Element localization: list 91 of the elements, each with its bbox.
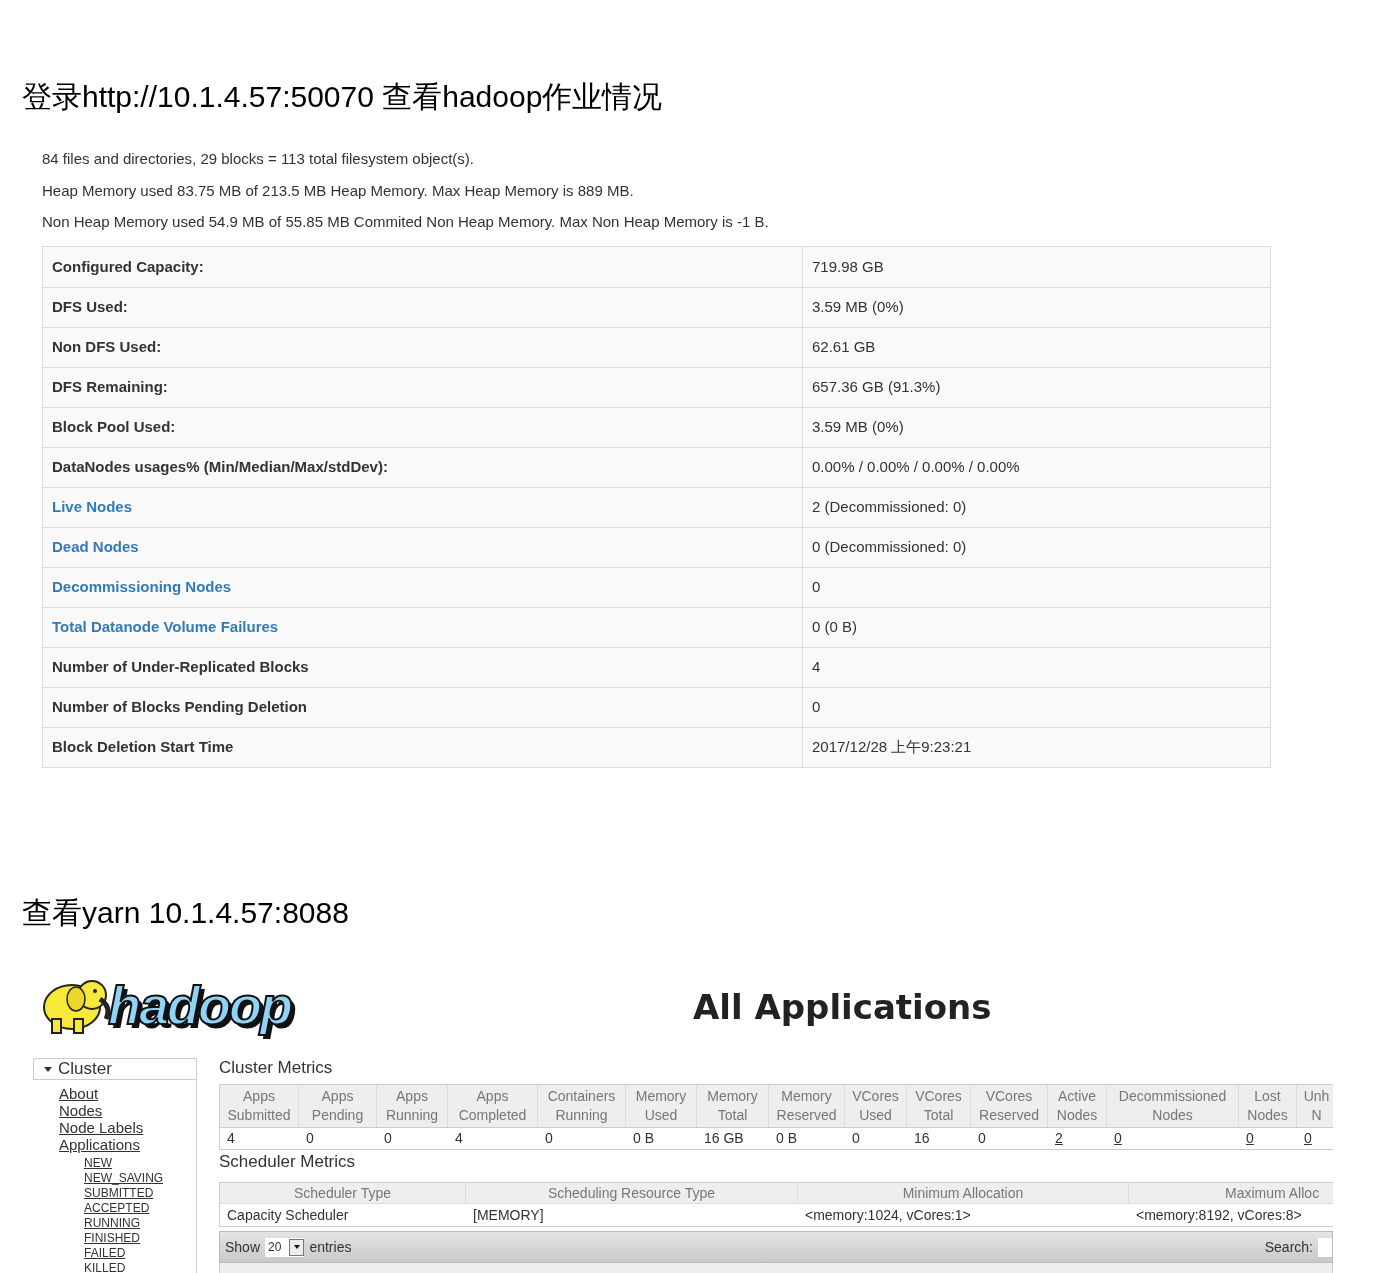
count-link[interactable]: 2: [1055, 1130, 1063, 1146]
nav-link[interactable]: NEW_SAVING: [84, 1171, 164, 1186]
page-heading: 登录http://10.1.4.57:50070 查看hadoop作业情况: [22, 79, 663, 115]
row-value: 0: [812, 698, 821, 716]
summary-text: Heap Memory used 83.75 MB of 213.5 MB Heap Memory. Max Heap Memory is 889 MB.: [42, 180, 635, 201]
column-header: Lost Nodes: [1239, 1085, 1297, 1127]
nav-link[interactable]: Node Labels: [59, 1119, 144, 1136]
page-heading: 查看yarn 10.1.4.57:8088: [22, 895, 349, 931]
nav-link[interactable]: SUBMITTED: [84, 1186, 154, 1201]
row-value: 3.59 MB (0%): [812, 298, 904, 316]
row-label: DFS Used:: [52, 297, 128, 318]
row-label: Number of Under-Replicated Blocks: [52, 657, 309, 678]
nav-link[interactable]: ACCEPTED: [84, 1201, 150, 1216]
row-label: Block Pool Used:: [52, 417, 176, 438]
column-header: Scheduling Resource Type: [466, 1182, 798, 1204]
column-header: Apps Submitted: [220, 1085, 299, 1127]
nav-link[interactable]: About: [59, 1085, 99, 1102]
count-link[interactable]: 0: [1246, 1130, 1254, 1146]
column-header: Apps Running: [377, 1085, 448, 1127]
row-value: 657.36 GB (91.3%): [812, 378, 941, 396]
column-header: VCores Total: [907, 1085, 971, 1127]
column-header: Unh N: [1297, 1085, 1333, 1127]
row-value: 0: [812, 578, 821, 596]
table-cell: 0 B: [776, 1130, 797, 1146]
table-cell: 0: [306, 1130, 314, 1146]
row-value: 2 (Decommissioned: 0): [812, 498, 967, 516]
detail-link[interactable]: Total Datanode Volume Failures: [52, 616, 279, 639]
row-value: 0 (Decommissioned: 0): [812, 538, 967, 556]
column-header: Memory Total: [697, 1085, 769, 1127]
row-label: Block Deletion Start Time: [52, 737, 234, 758]
table-cell: 0: [545, 1130, 553, 1146]
nav-link[interactable]: KILLED: [84, 1261, 126, 1273]
detail-link[interactable]: Decommissioning Nodes: [52, 576, 232, 599]
row-value: 0.00% / 0.00% / 0.00% / 0.00%: [812, 458, 1020, 476]
summary-text: Non Heap Memory used 54.9 MB of 55.85 MB Commited Non Heap Memory. Max Non Heap Memory is -1 B.: [42, 212, 769, 232]
column-header: Apps Completed: [448, 1085, 538, 1127]
nav-link[interactable]: Nodes: [59, 1102, 103, 1119]
row-value: 719.98 GB: [812, 257, 884, 275]
table-cell: 0: [384, 1130, 392, 1146]
row-value: 0 (0 B): [812, 618, 857, 636]
column-header: Containers Running: [538, 1085, 626, 1127]
table-cell: <memory:8192, vCores:8>: [1136, 1206, 1302, 1223]
row-value: 62.61 GB: [812, 338, 876, 356]
section-title: Cluster Metrics: [219, 1058, 333, 1078]
column-header: Memory Reserved: [769, 1085, 845, 1127]
summary-text: 84 files and directories, 29 blocks = 113 total filesystem object(s).: [42, 149, 475, 169]
column-header: Active Nodes: [1048, 1085, 1107, 1127]
section-title: Scheduler Metrics: [219, 1152, 356, 1172]
table-cell: 0: [978, 1130, 986, 1146]
column-header: Minimum Allocation: [798, 1182, 1129, 1204]
count-link[interactable]: 0: [1114, 1130, 1122, 1146]
column-header: VCores Reserved: [971, 1085, 1048, 1127]
search-label: Search:: [1264, 1237, 1313, 1257]
table-cell: 0: [852, 1130, 860, 1146]
page-size-select[interactable]: 20: [265, 1237, 305, 1257]
nav-link[interactable]: RUNNING: [84, 1216, 140, 1231]
table-cell: 0 B: [633, 1130, 654, 1146]
row-value: 2017/12/28 上午9:23:21: [812, 738, 972, 756]
table-cell: 16: [914, 1130, 930, 1146]
entries-label: entries: [309, 1237, 352, 1257]
nav-link[interactable]: NEW: [84, 1156, 112, 1171]
row-value: 3.59 MB (0%): [812, 418, 904, 436]
nav-link[interactable]: FINISHED: [84, 1231, 140, 1246]
table-cell: [MEMORY]: [473, 1206, 544, 1223]
row-value: 4: [812, 658, 821, 676]
detail-link[interactable]: Dead Nodes: [52, 536, 139, 559]
row-label: Number of Blocks Pending Deletion: [52, 697, 308, 718]
nav-link[interactable]: Applications: [59, 1136, 140, 1153]
column-header: Decommissioned Nodes: [1107, 1085, 1239, 1127]
row-label: DFS Remaining:: [52, 377, 168, 398]
page-title: All Applications: [693, 986, 992, 1029]
sidebar-section-header[interactable]: Cluster: [33, 1058, 196, 1080]
column-header: Maximum Alloc: [1129, 1182, 1333, 1204]
table-cell: <memory:1024, vCores:1>: [805, 1206, 971, 1223]
table-cell: 4: [227, 1130, 235, 1146]
column-header: VCores Used: [845, 1085, 907, 1127]
search-field[interactable]: [1318, 1237, 1332, 1257]
column-header: Scheduler Type: [220, 1182, 466, 1204]
show-label: Show: [225, 1237, 261, 1257]
row-label: Non DFS Used:: [52, 337, 162, 358]
table-cell: 4: [455, 1130, 463, 1146]
logo-wordmark: hadoop: [108, 973, 291, 1037]
nav-link[interactable]: FAILED: [84, 1246, 126, 1261]
row-label: DataNodes usages% (Min/Median/Max/stdDev):: [52, 457, 388, 478]
detail-link[interactable]: Live Nodes: [52, 496, 133, 519]
table-cell: Capacity Scheduler: [227, 1206, 349, 1223]
count-link[interactable]: 0: [1304, 1130, 1312, 1146]
column-header: Apps Pending: [299, 1085, 377, 1127]
column-header: Memory Used: [626, 1085, 697, 1127]
table-cell: 16 GB: [704, 1130, 744, 1146]
row-label: Configured Capacity:: [52, 256, 204, 277]
